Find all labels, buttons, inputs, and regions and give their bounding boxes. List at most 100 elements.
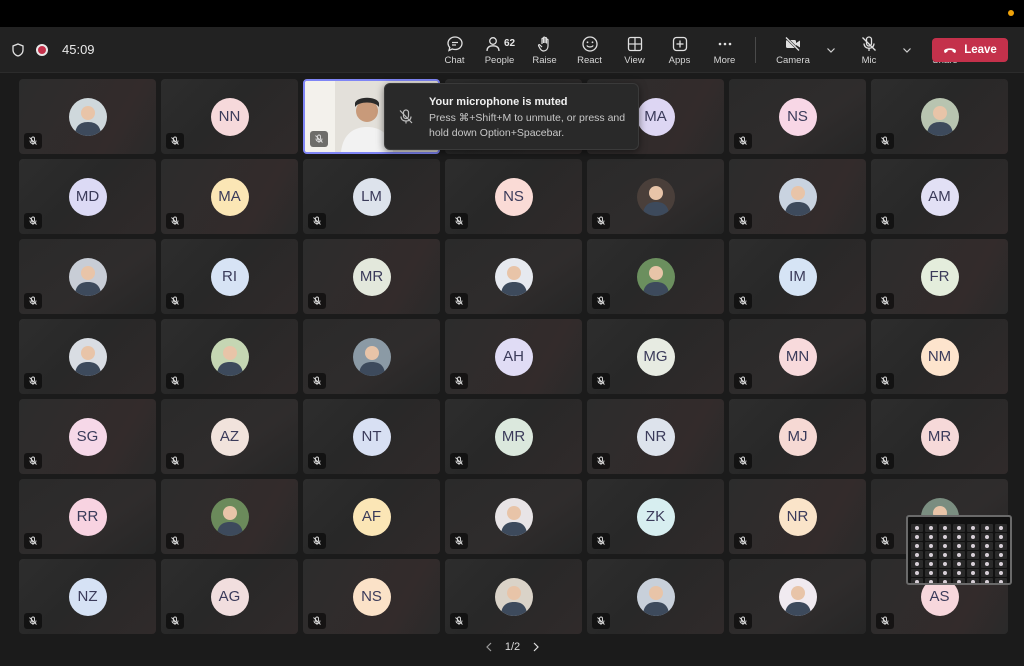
participant-tile[interactable]: [19, 239, 156, 314]
participant-tile[interactable]: [303, 319, 440, 394]
avatar-initials: MD: [68, 177, 107, 216]
mini-tile: [981, 560, 993, 568]
participant-tile[interactable]: AM: [871, 159, 1008, 234]
participant-tile[interactable]: NM: [871, 319, 1008, 394]
mini-tile: [925, 560, 937, 568]
participant-tile[interactable]: MD: [19, 159, 156, 234]
participant-tile[interactable]: NR: [587, 399, 724, 474]
avatar-initials: NS: [494, 177, 533, 216]
mic-muted-icon: [308, 613, 326, 629]
participant-tile[interactable]: AZ: [161, 399, 298, 474]
participant-tile[interactable]: AG: [161, 559, 298, 634]
camera-options-button[interactable]: [822, 27, 840, 73]
self-view-thumbnail[interactable]: [906, 515, 1012, 585]
participant-tile[interactable]: NS: [729, 79, 866, 154]
participant-tile[interactable]: NS: [303, 559, 440, 634]
participant-tile[interactable]: [587, 159, 724, 234]
participant-tile[interactable]: MR: [871, 399, 1008, 474]
react-button[interactable]: React: [567, 27, 612, 73]
avatar-initials: NS: [352, 577, 391, 616]
mic-muted-icon: [450, 213, 468, 229]
participant-tile[interactable]: [871, 79, 1008, 154]
participant-tile[interactable]: MR: [445, 399, 582, 474]
participant-tile[interactable]: [587, 559, 724, 634]
participant-tile[interactable]: MJ: [729, 399, 866, 474]
avatar-initials: LM: [352, 177, 391, 216]
chat-icon: [446, 35, 463, 52]
mic-options-button[interactable]: [898, 27, 916, 73]
shield-icon[interactable]: [12, 42, 24, 57]
participant-tile[interactable]: NR: [729, 479, 866, 554]
mic-muted-icon: [876, 133, 894, 149]
participant-tile[interactable]: [19, 319, 156, 394]
participant-tile[interactable]: NS: [445, 159, 582, 234]
more-label: More: [713, 54, 736, 66]
mic-muted-icon: [166, 133, 184, 149]
participant-tile[interactable]: IM: [729, 239, 866, 314]
chat-button[interactable]: Chat: [432, 27, 477, 73]
mini-tile: [953, 569, 965, 577]
apps-button[interactable]: Apps: [657, 27, 702, 73]
participant-tile[interactable]: NZ: [19, 559, 156, 634]
mic-muted-icon: [24, 213, 42, 229]
mic-muted-icon: [24, 293, 42, 309]
mute-notification: Your microphone is muted Press ⌘+Shift+M…: [384, 83, 639, 150]
participant-tile[interactable]: MG: [587, 319, 724, 394]
participant-tile[interactable]: RI: [161, 239, 298, 314]
raise-hand-button[interactable]: Raise: [522, 27, 567, 73]
participant-tile[interactable]: ZK: [587, 479, 724, 554]
participant-tile[interactable]: [729, 559, 866, 634]
window-top-strip: [0, 0, 1024, 27]
mic-muted-icon: [166, 293, 184, 309]
participant-tile[interactable]: [445, 239, 582, 314]
camera-button[interactable]: Camera: [764, 27, 822, 73]
mini-tile: [925, 551, 937, 559]
participant-tile[interactable]: MR: [303, 239, 440, 314]
participant-tile[interactable]: [161, 479, 298, 554]
participant-tile[interactable]: [445, 559, 582, 634]
participant-tile[interactable]: AH: [445, 319, 582, 394]
participant-tile[interactable]: NN: [161, 79, 298, 154]
mic-muted-icon: [592, 613, 610, 629]
mini-tile: [911, 560, 923, 568]
participant-tile[interactable]: FR: [871, 239, 1008, 314]
raise-hand-icon: [537, 35, 549, 52]
mini-tile: [925, 533, 937, 541]
chevron-left-icon[interactable]: [485, 642, 493, 652]
react-label: React: [577, 54, 602, 66]
participant-tile[interactable]: MN: [729, 319, 866, 394]
mic-muted-icon: [734, 293, 752, 309]
more-button[interactable]: More: [702, 27, 747, 73]
camera-label: Camera: [776, 54, 810, 66]
mini-tile: [953, 560, 965, 568]
notification-title: Your microphone is muted: [429, 96, 568, 108]
mini-tile: [995, 551, 1007, 559]
avatar-initials: AZ: [210, 417, 249, 456]
participant-tile[interactable]: [587, 239, 724, 314]
avatar-photo: [68, 257, 107, 296]
participant-tile[interactable]: SG: [19, 399, 156, 474]
avatar-photo: [494, 577, 533, 616]
participant-tile[interactable]: [19, 79, 156, 154]
mic-button[interactable]: Mic: [840, 27, 898, 73]
mini-tile: [911, 569, 923, 577]
mini-tile: [925, 578, 937, 583]
leave-button[interactable]: Leave: [932, 38, 1008, 62]
participant-tile[interactable]: [445, 479, 582, 554]
people-button[interactable]: 62 People: [477, 27, 522, 73]
participant-tile[interactable]: [161, 319, 298, 394]
chevron-right-icon[interactable]: [532, 642, 540, 652]
avatar-photo: [352, 337, 391, 376]
mini-tile: [925, 569, 937, 577]
mic-label: Mic: [861, 54, 877, 66]
view-button[interactable]: View: [612, 27, 657, 73]
participant-tile[interactable]: AF: [303, 479, 440, 554]
avatar-initials: NT: [352, 417, 391, 456]
participant-tile[interactable]: RR: [19, 479, 156, 554]
participant-tile[interactable]: LM: [303, 159, 440, 234]
more-icon: [718, 42, 731, 45]
avatar-initials: MJ: [778, 417, 817, 456]
participant-tile[interactable]: MA: [161, 159, 298, 234]
participant-tile[interactable]: NT: [303, 399, 440, 474]
participant-tile[interactable]: [729, 159, 866, 234]
